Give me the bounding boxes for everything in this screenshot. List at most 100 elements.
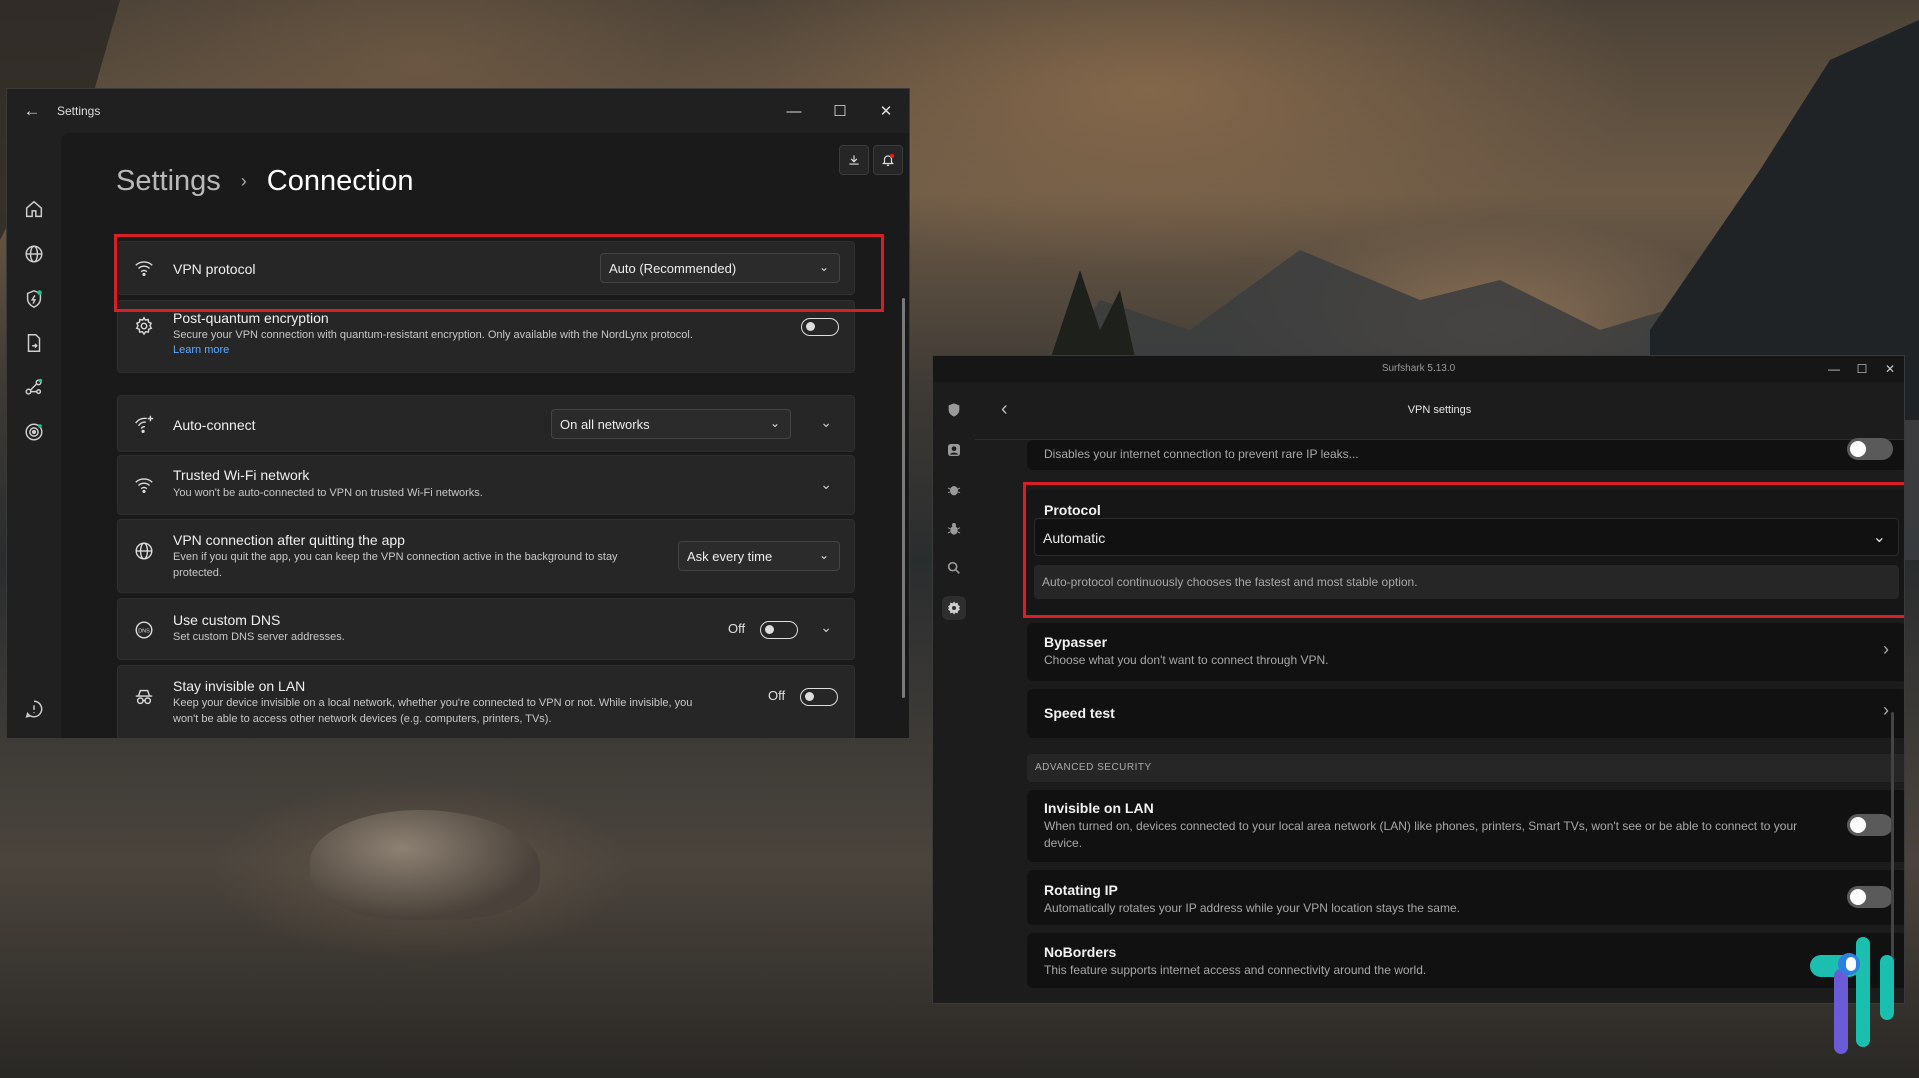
trusted-wifi-desc: You won't be auto-connected to VPN on tr…: [173, 487, 483, 499]
surf-content: ‹ VPN settings Disables your internet co…: [975, 382, 1904, 1003]
surf-page-title: VPN settings: [1407, 404, 1472, 416]
kill-switch-toggle[interactable]: [1847, 438, 1893, 460]
rotating-ip-row: Rotating IP Automatically rotates your I…: [1027, 870, 1904, 925]
expand-chevron-icon[interactable]: ⌄: [820, 619, 832, 636]
rotating-ip-title: Rotating IP: [1044, 882, 1118, 898]
after-quit-row: VPN connection after quitting the app Ev…: [117, 519, 855, 593]
rotating-ip-desc: Automatically rotates your IP address wh…: [1044, 901, 1460, 915]
download-icon[interactable]: [839, 145, 869, 175]
bug-icon[interactable]: [942, 517, 966, 541]
minimize-icon[interactable]: —: [1820, 356, 1848, 382]
post-quantum-title: Post-quantum encryption: [173, 310, 329, 326]
noborders-desc: This feature supports internet access an…: [1044, 963, 1427, 977]
surf-invisible-lan-row: Invisible on LAN When turned on, devices…: [1027, 790, 1904, 862]
chevron-down-icon: ⌄: [818, 548, 829, 562]
surf-header: ‹ VPN settings: [975, 382, 1904, 440]
home-icon[interactable]: [20, 195, 48, 223]
nord-content: Settings › Connection VPN protocol Auto …: [61, 133, 909, 738]
scrollbar[interactable]: [902, 298, 905, 698]
invisible-lan-toggle[interactable]: [800, 688, 838, 706]
speed-test-row[interactable]: Speed test ›: [1027, 689, 1904, 738]
file-share-icon[interactable]: [20, 329, 48, 357]
chevron-down-icon: ⌄: [769, 416, 780, 430]
dns-globe-icon: DNS: [135, 621, 153, 639]
gear-icon[interactable]: [942, 596, 966, 620]
custom-dns-state: Off: [728, 621, 746, 636]
target-icon[interactable]: [20, 418, 48, 446]
auto-connect-row: Auto-connect On all networks ⌄ ⌄: [117, 395, 855, 452]
wifi-spark-icon: [135, 415, 154, 433]
bug-alert-icon[interactable]: [942, 478, 966, 502]
search-icon[interactable]: [942, 556, 966, 580]
invisible-lan-desc: When turned on, devices connected to you…: [1044, 819, 1798, 850]
nord-titlebar: ← Settings — ☐ ✕: [7, 89, 909, 133]
surfshark-window: Surfshark 5.13.0 — ☐ ✕ ‹ VPN settings Di…: [932, 355, 1905, 1004]
highlight-box: [114, 234, 884, 312]
nord-sidebar: [7, 133, 61, 738]
brand-logo: [1810, 937, 1894, 1054]
person-icon[interactable]: [942, 438, 966, 462]
custom-dns-row: DNS Use custom DNS Set custom DNS server…: [117, 598, 855, 660]
help-icon[interactable]: [20, 695, 48, 723]
invisible-lan-desc: Keep your device invisible on a local ne…: [173, 697, 693, 725]
auto-connect-label: Auto-connect: [173, 417, 256, 433]
noborders-row: NoBorders This feature supports internet…: [1027, 933, 1904, 988]
custom-dns-title: Use custom DNS: [173, 612, 281, 628]
auto-connect-dropdown[interactable]: On all networks ⌄: [551, 409, 791, 439]
close-icon[interactable]: ✕: [863, 89, 909, 133]
after-quit-desc: Even if you quit the app, you can keep t…: [173, 551, 618, 579]
close-icon[interactable]: ✕: [1876, 356, 1904, 382]
kill-switch-desc: Disables your internet connection to pre…: [1044, 447, 1359, 461]
notifications-icon[interactable]: [873, 145, 903, 175]
chevron-right-icon: ›: [1883, 639, 1889, 659]
post-quantum-toggle[interactable]: [801, 318, 839, 336]
after-quit-value: Ask every time: [687, 548, 773, 564]
rotating-ip-toggle[interactable]: [1847, 886, 1893, 908]
bypasser-desc: Choose what you don't want to connect th…: [1044, 653, 1329, 667]
after-quit-dropdown[interactable]: Ask every time ⌄: [678, 541, 840, 571]
auto-connect-value: On all networks: [560, 416, 650, 432]
minimize-icon[interactable]: —: [771, 89, 817, 133]
expand-chevron-icon[interactable]: ⌄: [820, 414, 832, 431]
bypasser-title: Bypasser: [1044, 634, 1108, 650]
incognito-icon: [135, 689, 153, 705]
shield-bolt-icon[interactable]: [20, 285, 48, 313]
invisible-lan-title: Stay invisible on LAN: [173, 678, 306, 694]
surf-sidebar: [933, 382, 975, 1003]
maximize-icon[interactable]: ☐: [1848, 356, 1876, 382]
window-controls: — ☐ ✕: [1820, 356, 1904, 382]
kill-switch-row: Disables your internet connection to pre…: [1027, 438, 1904, 470]
trusted-wifi-row[interactable]: Trusted Wi-Fi network You won't be auto-…: [117, 455, 855, 515]
globe-icon: [135, 542, 153, 560]
wifi-icon: [135, 478, 153, 494]
invisible-lan-title: Invisible on LAN: [1044, 800, 1154, 816]
highlight-box: [1023, 482, 1904, 618]
breadcrumb-separator: ›: [240, 171, 247, 191]
learn-more-link[interactable]: Learn more: [173, 344, 229, 356]
window-controls: — ☐ ✕: [771, 89, 909, 133]
after-quit-title: VPN connection after quitting the app: [173, 532, 405, 548]
bypasser-row[interactable]: Bypasser Choose what you don't want to c…: [1027, 623, 1904, 681]
breadcrumb-settings[interactable]: Settings: [116, 165, 221, 198]
noborders-title: NoBorders: [1044, 944, 1117, 960]
globe-icon[interactable]: [20, 240, 48, 268]
svg-text:DNS: DNS: [138, 628, 150, 634]
advanced-security-header: ADVANCED SECURITY: [1027, 754, 1904, 782]
custom-dns-desc: Set custom DNS server addresses.: [173, 631, 345, 643]
atom-gear-icon: [135, 316, 153, 336]
chevron-right-icon: ›: [1883, 700, 1889, 720]
nord-window-title: Settings: [57, 104, 101, 118]
custom-dns-toggle[interactable]: [760, 621, 798, 639]
invisible-lan-toggle[interactable]: [1847, 814, 1893, 836]
scrollbar[interactable]: [1891, 712, 1894, 962]
post-quantum-desc: Secure your VPN connection with quantum-…: [173, 329, 693, 341]
back-arrow-icon[interactable]: ←: [7, 101, 57, 121]
meshnet-icon[interactable]: [20, 373, 48, 401]
surf-titlebar: Surfshark 5.13.0 — ☐ ✕: [933, 356, 1904, 382]
nordvpn-window: ← Settings — ☐ ✕ Settings › Connection V…: [6, 88, 910, 739]
expand-chevron-icon[interactable]: ⌄: [820, 476, 832, 493]
river-rock: [310, 810, 540, 920]
maximize-icon[interactable]: ☐: [817, 89, 863, 133]
invisible-lan-row: Stay invisible on LAN Keep your device i…: [117, 665, 855, 738]
shield-icon[interactable]: [942, 398, 966, 422]
